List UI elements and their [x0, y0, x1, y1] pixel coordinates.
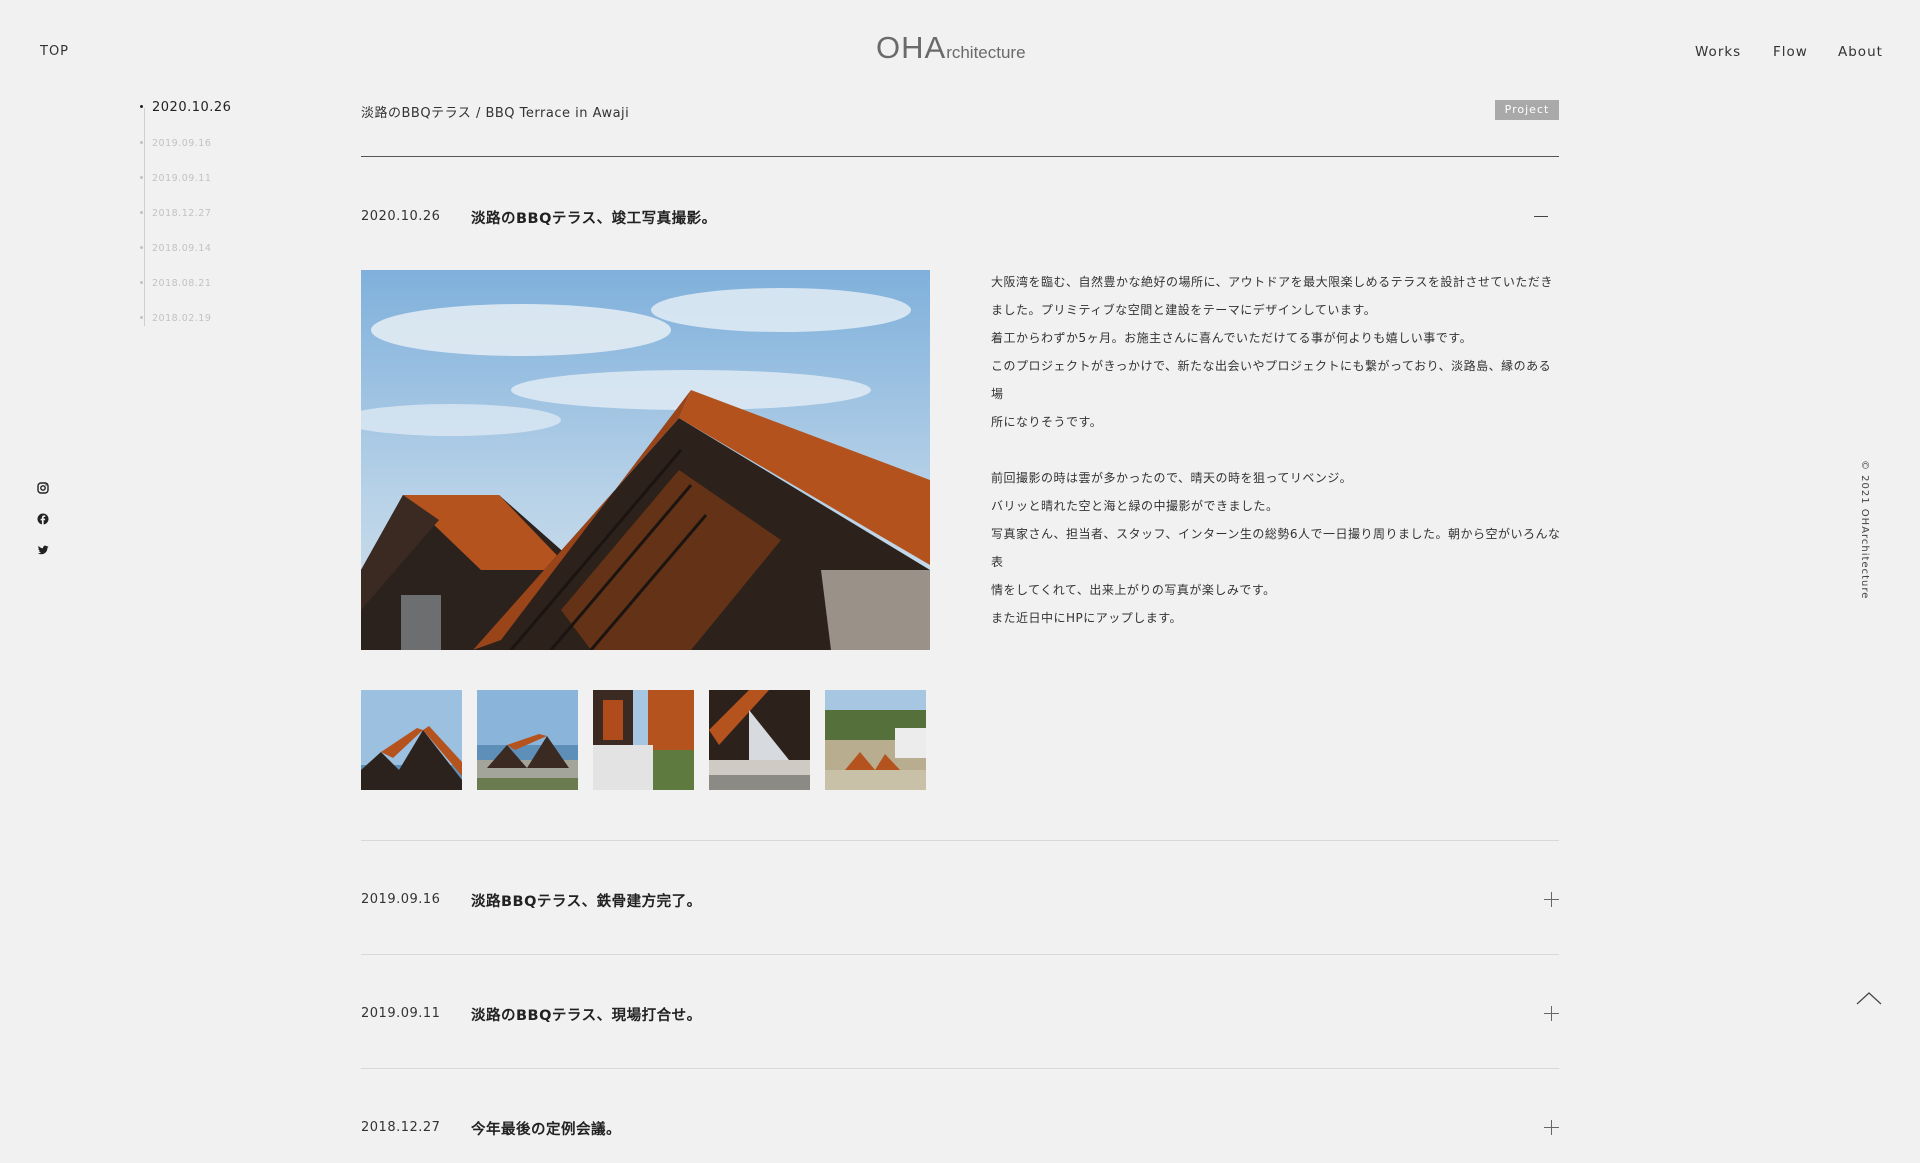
entry-divider — [361, 1068, 1559, 1069]
copyright: © 2021 OHArchitecture — [1859, 460, 1870, 600]
timeline-item-label: 2019.09.16 — [152, 138, 212, 149]
timeline-item-label: 2018.02.19 — [152, 313, 212, 324]
body-line: 前回撮影の時は雲が多かったので、晴天の時を狙ってリベンジ。 — [991, 471, 1353, 485]
timeline-item-label: 2020.10.26 — [152, 100, 232, 115]
logo-main: OHA — [876, 30, 947, 65]
body-line: 情をしてくれて、出来上がりの写真が楽しみです。 — [991, 583, 1276, 597]
timeline-dot — [140, 105, 143, 108]
entry-date: 2018.12.27 — [361, 1120, 441, 1135]
expand-icon[interactable] — [1544, 1006, 1559, 1021]
timeline-dot — [140, 281, 143, 284]
thumbnail[interactable] — [709, 690, 810, 790]
page-top-icon[interactable] — [1856, 990, 1882, 1006]
collapse-icon[interactable] — [1534, 216, 1548, 217]
entry-title[interactable]: 淡路のBBQテラス、竣工写真撮影。 — [471, 207, 717, 228]
expand-icon[interactable] — [1544, 1120, 1559, 1135]
body-line: 大阪湾を臨む、自然豊かな絶好の場所に、アウトドアを最大限楽しめるテラスを設計させ… — [991, 275, 1553, 289]
entry-title[interactable]: 淡路のBBQテラス、現場打合せ。 — [471, 1004, 702, 1025]
entry-date: 2019.09.11 — [361, 1006, 441, 1021]
nav-about[interactable]: About — [1838, 44, 1883, 60]
timeline-dot — [140, 246, 143, 249]
body-line: ました。プリミティブな空間と建設をテーマにデザインしています。 — [991, 303, 1377, 317]
project-badge[interactable]: Project — [1495, 100, 1559, 120]
timeline-item[interactable]: 2018.12.27 — [140, 208, 211, 219]
nav-works[interactable]: Works — [1695, 44, 1741, 60]
logo-sub: rchitecture — [946, 43, 1026, 62]
timeline-item-active[interactable]: 2020.10.26 — [140, 100, 231, 115]
header-divider — [361, 156, 1559, 157]
timeline-item-label: 2018.08.21 — [152, 278, 212, 289]
timeline-item[interactable]: 2019.09.16 — [140, 138, 211, 149]
thumbnail[interactable] — [477, 690, 578, 790]
timeline-item-label: 2018.12.27 — [152, 208, 212, 219]
facebook-icon[interactable] — [36, 512, 50, 526]
timeline-dot — [140, 141, 143, 144]
thumbnail[interactable] — [361, 690, 462, 790]
timeline-item[interactable]: 2018.08.21 — [140, 278, 211, 289]
logo[interactable]: OHArchitecture — [876, 30, 1026, 66]
body-line: 着工からわずか5ヶ月。お施主さんに喜んでいただけてる事が何よりも嬉しい事です。 — [991, 331, 1473, 345]
twitter-icon[interactable] — [36, 543, 50, 557]
timeline-item[interactable]: 2019.09.11 — [140, 173, 211, 184]
project-title: 淡路のBBQテラス / BBQ Terrace in Awaji — [361, 106, 630, 121]
entry-body: 大阪湾を臨む、自然豊かな絶好の場所に、アウトドアを最大限楽しめるテラスを設計させ… — [991, 268, 1561, 632]
entry-date: 2020.10.26 — [361, 209, 441, 224]
entry-divider — [361, 840, 1559, 841]
entry-date: 2019.09.16 — [361, 892, 441, 907]
top-link[interactable]: TOP — [40, 44, 69, 59]
timeline-item-label: 2018.09.14 — [152, 243, 212, 254]
timeline-item-label: 2019.09.11 — [152, 173, 212, 184]
timeline-dot — [140, 176, 143, 179]
body-line: 所になりそうです。 — [991, 415, 1103, 429]
body-line: バリッと晴れた空と海と緑の中撮影ができました。 — [991, 499, 1279, 513]
timeline-dot — [140, 316, 143, 319]
entry-title[interactable]: 淡路BBQテラス、鉄骨建方完了。 — [471, 890, 702, 911]
thumbnail[interactable] — [593, 690, 694, 790]
body-line: 写真家さん、担当者、スタッフ、インターン生の総勢6人で一日撮り周りました。朝から… — [991, 527, 1561, 569]
body-line: また近日中にHPにアップします。 — [991, 611, 1183, 625]
timeline-item[interactable]: 2018.02.19 — [140, 313, 211, 324]
thumbnail[interactable] — [825, 690, 926, 790]
body-line: このプロジェクトがきっかけで、新たな出会いやプロジェクトにも繋がっており、淡路島… — [991, 359, 1552, 401]
entry-divider — [361, 954, 1559, 955]
entry-title[interactable]: 今年最後の定例会議。 — [471, 1118, 621, 1139]
expand-icon[interactable] — [1544, 892, 1559, 907]
instagram-icon[interactable] — [36, 481, 50, 495]
main-photo — [361, 270, 930, 650]
timeline-item[interactable]: 2018.09.14 — [140, 243, 211, 254]
nav-flow[interactable]: Flow — [1773, 44, 1808, 60]
timeline-dot — [140, 211, 143, 214]
